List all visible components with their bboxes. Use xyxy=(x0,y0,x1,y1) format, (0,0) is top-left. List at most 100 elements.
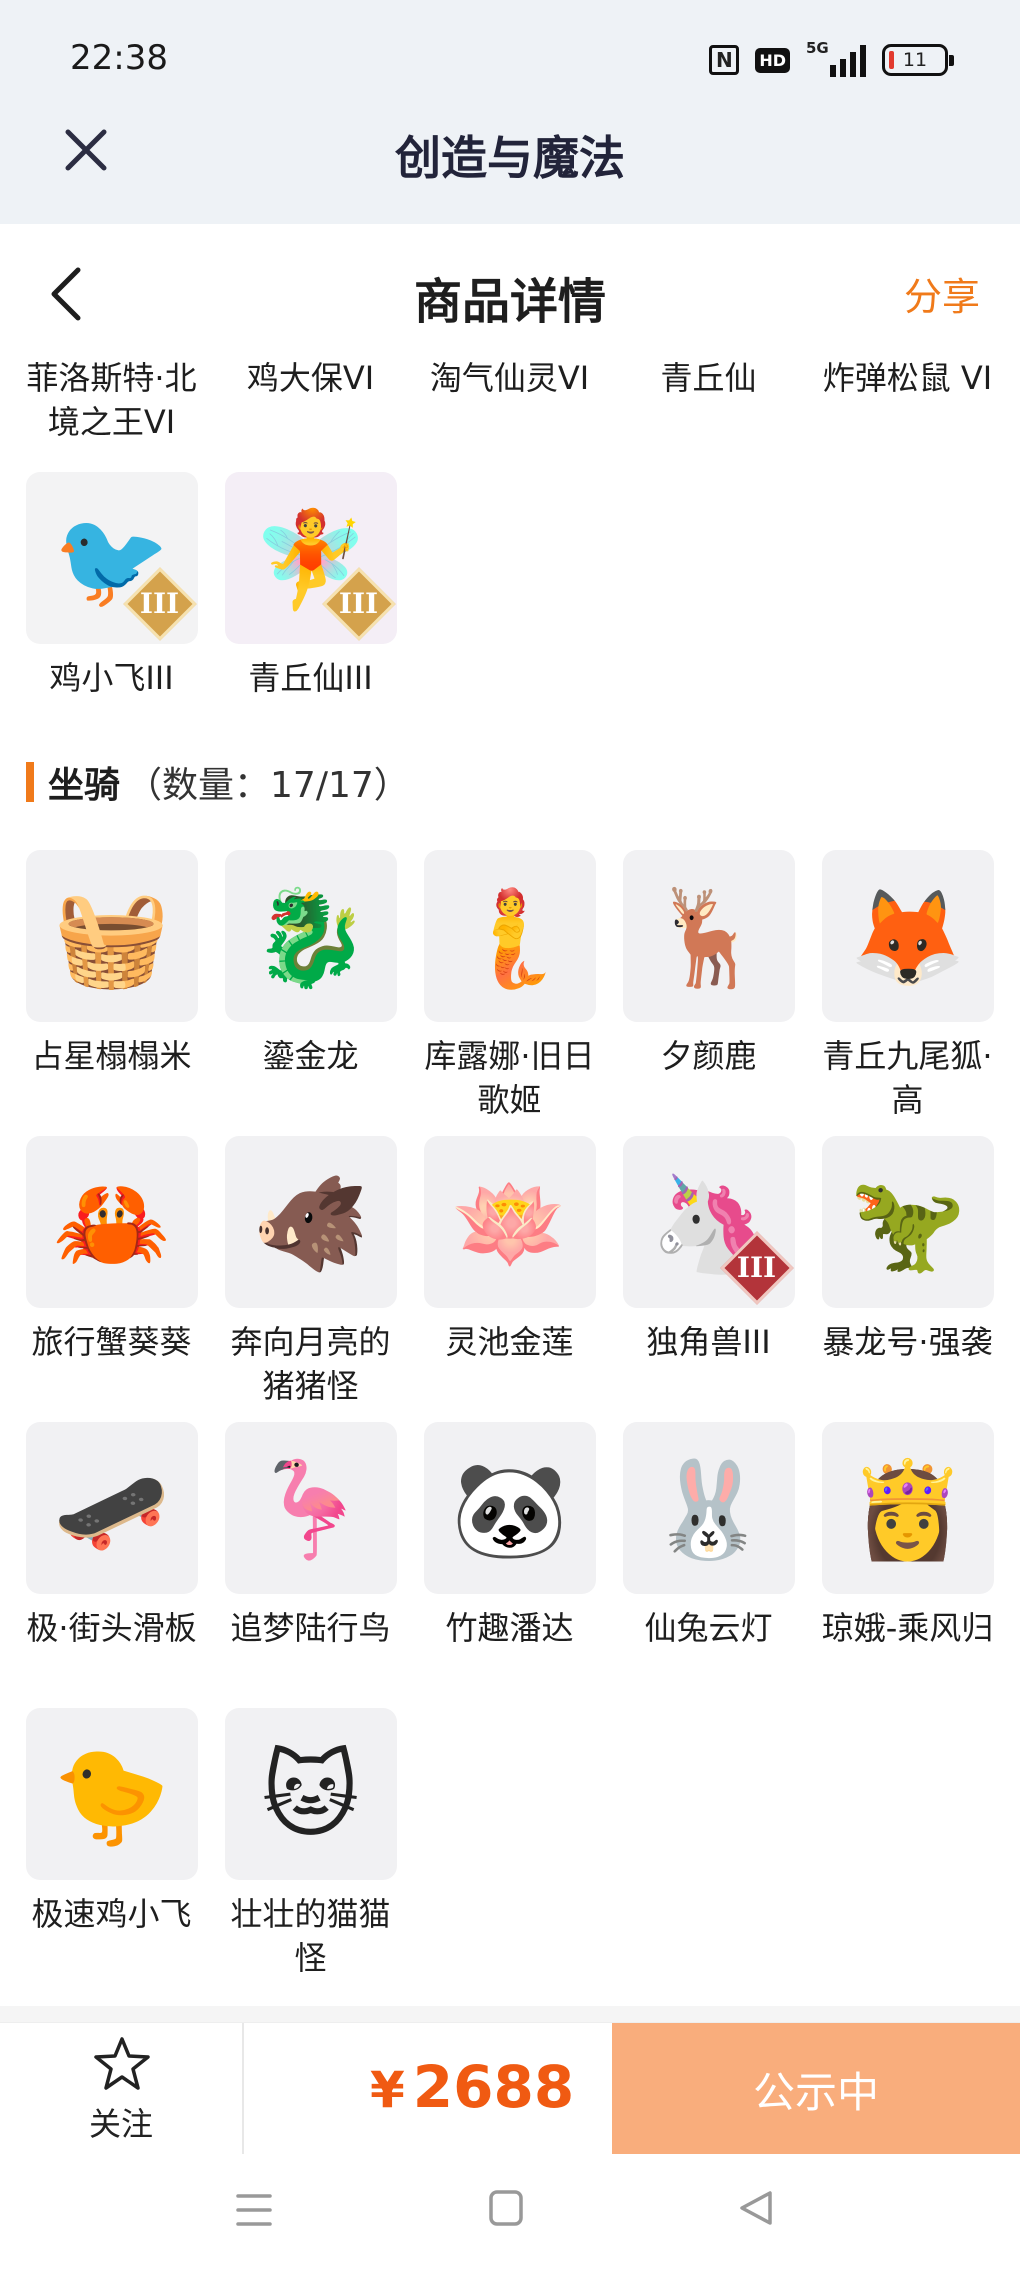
list-item[interactable]: 🦩 追梦陆行鸟 xyxy=(211,1422,410,1650)
item-label: 鸡大保VI xyxy=(246,359,375,397)
battery-icon: 11 xyxy=(882,44,954,76)
page-title: 商品详情 xyxy=(413,274,606,330)
item-thumbnail: 🐦 III xyxy=(25,472,198,644)
level-badge-text: III xyxy=(736,1251,777,1284)
price-value: 2688 xyxy=(412,2053,575,2121)
astrology-mat-icon: 🧺 xyxy=(52,884,171,993)
section-count: （数量：17/17） xyxy=(126,765,410,806)
top-bar: 22:38 N HD 5G 11 创造与魔法 xyxy=(0,0,1020,224)
item-label: 灵池金莲 xyxy=(445,1323,574,1361)
item-thumbnail: 🦌 xyxy=(622,850,795,1022)
list-item[interactable]: 炸弹松鼠 VI xyxy=(808,356,1007,400)
golden-lotus-icon: 🪷 xyxy=(450,1170,569,1279)
item-label: 琼娥-乘风归 xyxy=(821,1609,994,1647)
content-area[interactable]: 菲洛斯特·北境之王VI 鸡大保VI 淘气仙灵VI 青丘仙 炸弹松鼠 VI 🐦 I… xyxy=(0,354,1020,2018)
list-item[interactable]: 🦖 暴龙号·强袭 xyxy=(808,1136,1007,1364)
item-label: 仙兔云灯 xyxy=(644,1609,773,1647)
item-thumbnail: 🐗 xyxy=(224,1136,397,1308)
item-label: 占星榻榻米 xyxy=(31,1037,192,1075)
list-item[interactable]: 鸡大保VI xyxy=(211,356,410,400)
pig-icon: 🐗 xyxy=(251,1170,370,1279)
item-thumbnail: 🦄 III xyxy=(622,1136,795,1308)
moon-fairy-icon: 👸 xyxy=(848,1456,967,1565)
follow-label: 关注 xyxy=(88,2105,153,2143)
item-label: 极速鸡小飞 xyxy=(31,1895,192,1933)
item-label: 竹趣潘达 xyxy=(445,1609,574,1647)
list-item[interactable]: 🧚 III 青丘仙III xyxy=(211,472,410,700)
item-thumbnail: 🦊 xyxy=(821,850,994,1022)
item-label: 鎏金龙 xyxy=(262,1037,359,1075)
list-item[interactable]: 🛹 极·街头滑板 xyxy=(12,1422,211,1650)
item-thumbnail: 🦩 xyxy=(224,1422,397,1594)
deer-icon: 🦌 xyxy=(649,884,768,993)
level-badge-text: III xyxy=(139,587,180,620)
item-thumbnail: 🐉 xyxy=(224,850,397,1022)
running-bird-icon: 🦩 xyxy=(251,1456,370,1565)
item-label: 青丘九尾狐·高 xyxy=(822,1037,993,1119)
share-button[interactable]: 分享 xyxy=(904,266,980,321)
item-thumbnail: 🧜 xyxy=(423,850,596,1022)
item-label: 菲洛斯特·北境之王VI xyxy=(26,359,197,441)
list-item[interactable]: 🐦 III 鸡小飞III xyxy=(12,472,211,700)
item-thumbnail: 🛹 xyxy=(25,1422,198,1594)
list-item[interactable]: 菲洛斯特·北境之王VI xyxy=(12,356,211,444)
list-item[interactable]: 🐉 鎏金龙 xyxy=(211,850,410,1078)
list-item[interactable]: 🧜 库露娜·旧日歌姬 xyxy=(410,850,609,1122)
status-time: 22:38 xyxy=(70,38,168,78)
list-item[interactable]: 🐰 仙兔云灯 xyxy=(609,1422,808,1650)
section-title: 坐骑 xyxy=(48,765,121,806)
item-thumbnail: 🐤 xyxy=(25,1708,198,1880)
item-thumbnail: 🪷 xyxy=(423,1136,596,1308)
crab-icon: 🦀 xyxy=(52,1170,171,1279)
nfc-icon: N xyxy=(709,45,740,75)
rabbit-lantern-icon: 🐰 xyxy=(649,1456,768,1565)
menu-icon[interactable] xyxy=(234,2190,274,2230)
list-item[interactable]: 🐱 壮壮的猫猫怪 xyxy=(211,1708,410,1980)
home-icon[interactable] xyxy=(488,2188,524,2228)
item-thumbnail: 🧚 III xyxy=(224,472,397,644)
page-header: 商品详情 分享 xyxy=(0,224,1020,354)
item-thumbnail: 🐰 xyxy=(622,1422,795,1594)
section-accent-bar xyxy=(26,762,34,802)
list-item[interactable]: 🐼 竹趣潘达 xyxy=(410,1422,609,1650)
hd-icon: HD xyxy=(755,47,790,73)
list-item[interactable]: 🐗 奔向月亮的猪猪怪 xyxy=(211,1136,410,1408)
list-item[interactable]: 🦊 青丘九尾狐·高 xyxy=(808,850,1007,1122)
item-thumbnail: 👸 xyxy=(821,1422,994,1594)
list-item[interactable]: 淘气仙灵VI xyxy=(410,356,609,400)
item-label: 青丘仙 xyxy=(660,359,757,397)
battery-level: 11 xyxy=(902,49,928,71)
back-triangle-icon[interactable] xyxy=(736,2188,776,2228)
price-display: ¥2688 xyxy=(370,2053,574,2121)
panda-icon: 🐼 xyxy=(450,1456,569,1565)
item-label: 独角兽III xyxy=(646,1323,771,1361)
item-label: 极·街头滑板 xyxy=(26,1609,197,1647)
signal-icon: 5G xyxy=(806,39,866,77)
currency-symbol: ¥ xyxy=(370,2061,405,2119)
divider xyxy=(242,2023,244,2155)
list-item[interactable]: 🦌 夕颜鹿 xyxy=(609,850,808,1078)
status-button[interactable]: 公示中 xyxy=(612,2023,1020,2155)
list-item[interactable]: 🦀 旅行蟹葵葵 xyxy=(12,1136,211,1364)
item-label: 鸡小飞III xyxy=(49,659,174,697)
item-label: 淘气仙灵VI xyxy=(429,359,590,397)
item-thumbnail: 🧺 xyxy=(25,850,198,1022)
list-item[interactable]: 青丘仙 xyxy=(609,356,808,400)
item-thumbnail: 🐱 xyxy=(224,1708,397,1880)
list-item[interactable]: 🦄 III 独角兽III xyxy=(609,1136,808,1364)
item-label: 暴龙号·强袭 xyxy=(822,1323,993,1361)
list-item[interactable]: 🧺 占星榻榻米 xyxy=(12,850,211,1078)
list-item[interactable]: 🪷 灵池金莲 xyxy=(410,1136,609,1364)
follow-button[interactable]: 关注 xyxy=(0,2023,242,2155)
level-badge-text: III xyxy=(338,587,379,620)
item-label: 壮壮的猫猫怪 xyxy=(230,1895,391,1977)
item-label: 追梦陆行鸟 xyxy=(230,1609,391,1647)
item-label: 奔向月亮的猪猪怪 xyxy=(230,1323,391,1405)
item-label: 旅行蟹葵葵 xyxy=(31,1323,192,1361)
item-thumbnail: 🦀 xyxy=(25,1136,198,1308)
list-item[interactable]: 🐤 极速鸡小飞 xyxy=(12,1708,211,1936)
status-icons: N HD 5G 11 xyxy=(709,39,954,80)
item-label: 炸弹松鼠 VI xyxy=(822,359,993,397)
list-item[interactable]: 👸 琼娥-乘风归 xyxy=(808,1422,1007,1650)
cat-icon: 🐱 xyxy=(261,1742,360,1851)
